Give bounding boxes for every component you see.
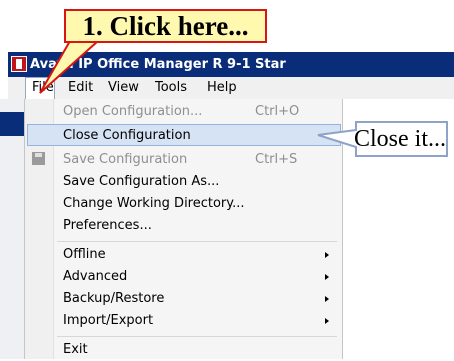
menu-help[interactable]: Help	[207, 77, 237, 99]
menu-item-import-export[interactable]: Import/Export	[27, 310, 341, 332]
menu-item-advanced[interactable]: Advanced	[27, 266, 341, 288]
menu-item-close-configuration[interactable]: Close Configuration	[27, 124, 341, 146]
close-hint-callout: Close it...	[353, 126, 446, 152]
menu-item-label: Advanced	[63, 269, 128, 284]
app-logo-icon	[11, 56, 27, 72]
menu-edit[interactable]: Edit	[68, 77, 93, 99]
menu-item-label: Close Configuration	[63, 128, 191, 143]
menu-item-label: Open Configuration...	[63, 104, 203, 119]
menu-item-offline[interactable]: Offline	[27, 244, 341, 266]
menu-item-open-configuration[interactable]: Open Configuration... Ctrl+O	[27, 101, 341, 123]
submenu-arrow-icon	[325, 318, 329, 324]
menu-item-preferences[interactable]: Preferences...	[27, 215, 341, 237]
menu-separator	[57, 336, 337, 337]
toolbar-panel	[0, 112, 24, 136]
file-dropdown-menu: Open Configuration... Ctrl+O Close Confi…	[24, 99, 343, 359]
menu-file[interactable]: File	[25, 77, 55, 99]
window-title-bar: Avaya IP Office Manager R 9-1 Star	[8, 52, 454, 77]
menu-item-label: Exit	[63, 342, 88, 357]
menu-item-label: Offline	[63, 247, 106, 262]
menu-item-label: Preferences...	[63, 218, 152, 233]
menu-item-label: Backup/Restore	[63, 291, 165, 306]
save-icon	[32, 152, 45, 165]
menu-item-label: Change Working Directory...	[63, 196, 245, 211]
menu-item-label: Import/Export	[63, 313, 154, 328]
menu-bar: File Edit View Tools Help	[8, 77, 454, 99]
menu-item-shortcut: Ctrl+O	[255, 104, 300, 119]
menu-view[interactable]: View	[108, 77, 139, 99]
menu-item-exit[interactable]: Exit	[27, 339, 341, 361]
menu-item-save-configuration[interactable]: Save Configuration Ctrl+S	[27, 149, 341, 171]
main-window-edge	[0, 99, 24, 359]
menu-item-save-configuration-as[interactable]: Save Configuration As...	[27, 171, 341, 193]
window-title: Avaya IP Office Manager R 9-1 Star	[30, 57, 286, 72]
step1-callout: 1. Click here...	[64, 9, 267, 43]
menu-item-backup-restore[interactable]: Backup/Restore	[27, 288, 341, 310]
menu-separator	[57, 241, 337, 242]
menu-item-label: Save Configuration As...	[63, 174, 220, 189]
submenu-arrow-icon	[325, 274, 329, 280]
submenu-arrow-icon	[325, 252, 329, 258]
menu-item-shortcut: Ctrl+S	[255, 152, 298, 167]
menu-item-change-working-directory[interactable]: Change Working Directory...	[27, 193, 341, 215]
menu-item-label: Save Configuration	[63, 152, 188, 167]
submenu-arrow-icon	[325, 296, 329, 302]
menu-tools[interactable]: Tools	[155, 77, 187, 99]
